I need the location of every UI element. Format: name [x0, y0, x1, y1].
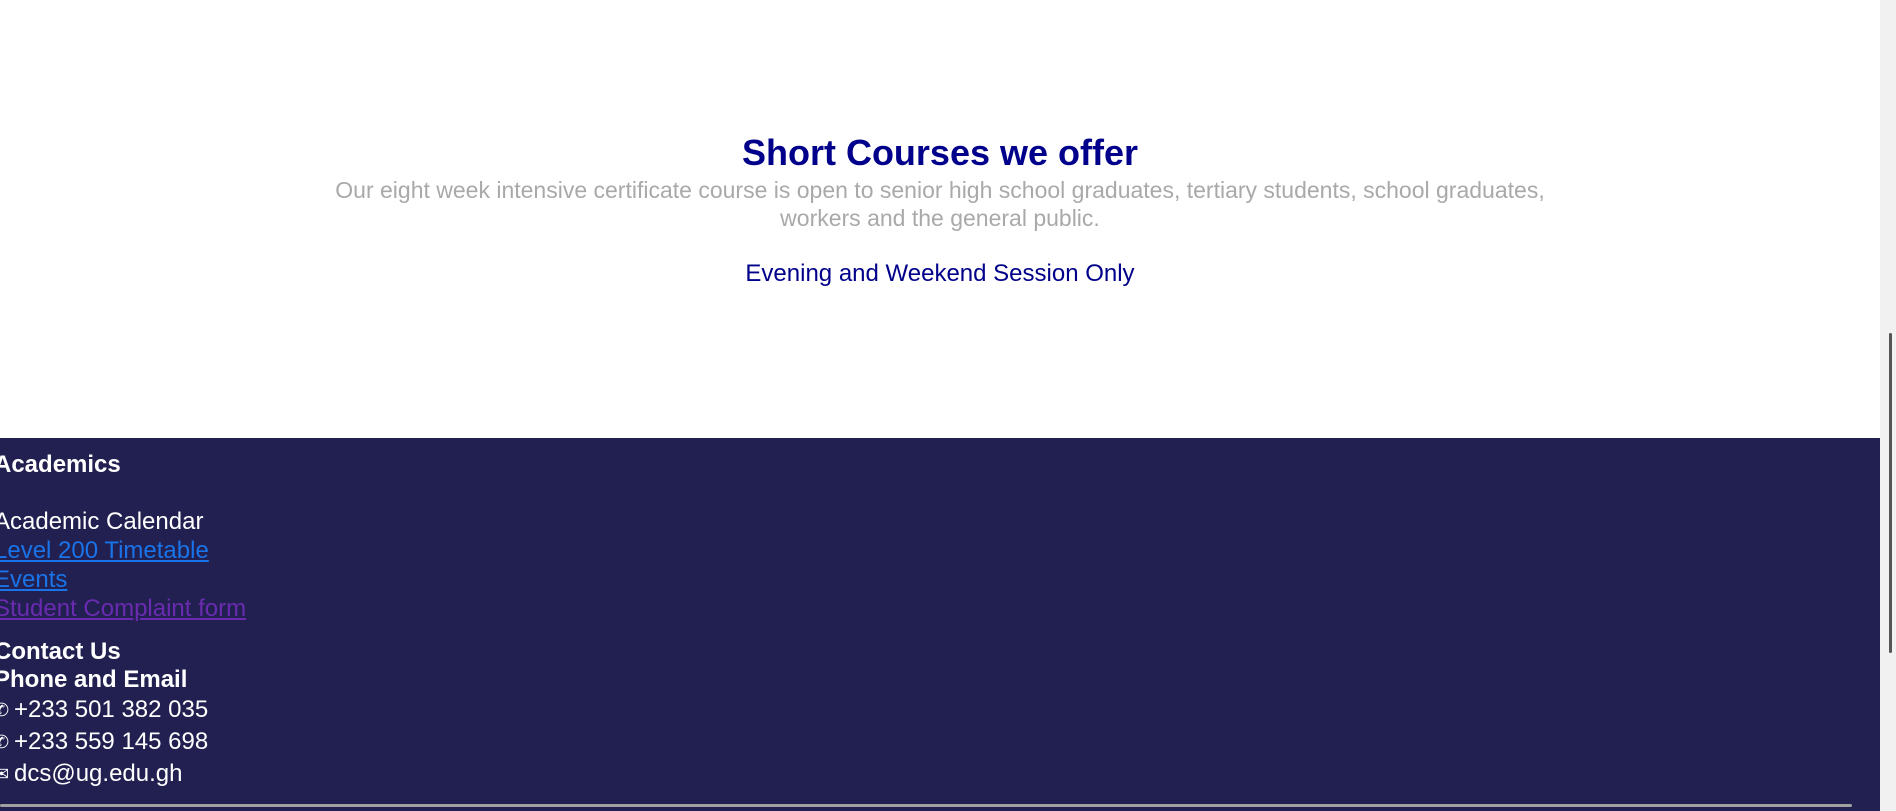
phone-icon: ✆ — [0, 700, 10, 720]
email-address: dcs@ug.edu.gh — [14, 760, 183, 787]
events-link[interactable]: Events — [0, 565, 246, 594]
page: Short Courses we offer Our eight week in… — [0, 0, 1896, 811]
phone-icon: ✆ — [0, 732, 10, 752]
phone-number-1: +233 501 382 035 — [14, 696, 209, 723]
footer-contact: Contact Us Phone and Email ✆ +233 501 38… — [0, 638, 208, 790]
footer-academics: Academics Academic Calendar Level 200 Ti… — [0, 451, 246, 623]
courses-description: Our eight week intensive certificate cou… — [290, 176, 1590, 232]
scrollbar-thumb[interactable] — [1889, 333, 1892, 653]
horizontal-scrollbar[interactable] — [0, 804, 1852, 807]
academic-calendar-text: Academic Calendar — [0, 508, 204, 535]
phone-number-2: +233 559 145 698 — [14, 728, 209, 755]
site-footer: Academics Academic Calendar Level 200 Ti… — [0, 438, 1880, 811]
academics-heading: Academics — [0, 451, 121, 478]
phone-line-1: ✆ +233 501 382 035 — [0, 694, 208, 726]
courses-description-line-1: Our eight week intensive certificate cou… — [335, 177, 1545, 203]
envelope-icon: ✉ — [0, 764, 10, 784]
student-complaint-form-link[interactable]: Student Complaint form — [0, 594, 246, 623]
level-200-timetable-link[interactable]: Level 200 Timetable — [0, 536, 246, 565]
courses-session-note: Evening and Weekend Session Only — [745, 260, 1135, 287]
phone-email-heading: Phone and Email — [0, 666, 188, 693]
courses-title: Short Courses we offer — [741, 132, 1139, 173]
short-courses-section: Short Courses we offer Our eight week in… — [0, 0, 1880, 438]
courses-description-line-2: workers and the general public. — [780, 205, 1100, 231]
email-line: ✉ dcs@ug.edu.gh — [0, 758, 208, 790]
vertical-scrollbar[interactable] — [1880, 0, 1896, 811]
phone-line-2: ✆ +233 559 145 698 — [0, 726, 208, 758]
contact-us-heading: Contact Us — [0, 638, 121, 665]
